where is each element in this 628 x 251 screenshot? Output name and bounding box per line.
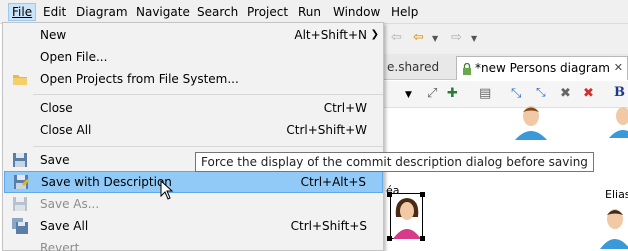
delete-icon[interactable]: ✖	[560, 86, 571, 102]
menu-separator	[33, 94, 383, 95]
submenu-arrow-icon: ❯	[370, 29, 379, 40]
person-icon[interactable]	[609, 104, 628, 138]
pin-icon[interactable]: ✚	[447, 86, 458, 102]
menu-item-save-with-description[interactable]: Save with Description Ctrl+Alt+S	[4, 171, 383, 193]
dropdown-arrow-icon[interactable]: ▼	[405, 87, 412, 103]
menu-help[interactable]: Help	[388, 3, 421, 21]
back-icon[interactable]: ⇦	[413, 30, 424, 46]
delete-from-model-icon[interactable]: ✖	[583, 86, 594, 102]
save-icon	[13, 153, 27, 167]
main-toolbar: ⇦ ⇦ ▼ ⇨ ▼	[383, 24, 628, 54]
lock-icon	[463, 63, 471, 75]
save-as-icon	[13, 197, 27, 211]
menu-item-open-projects[interactable]: Open Projects from File System...	[4, 68, 383, 90]
menu-file[interactable]: File	[8, 3, 37, 21]
menu-item-close-all[interactable]: Close All Ctrl+Shift+W	[4, 119, 383, 141]
hide-label-icon[interactable]: ⤡	[536, 84, 546, 100]
bold-icon[interactable]: B	[614, 85, 625, 101]
menu-item-close[interactable]: Close Ctrl+W	[4, 97, 383, 119]
tab-label: e.shared	[387, 60, 440, 74]
save-all-icon	[12, 218, 28, 234]
dropdown-arrow-icon[interactable]: ▼	[432, 31, 438, 47]
resize-handle[interactable]	[420, 236, 425, 241]
person-label: Elias	[605, 188, 628, 201]
arrange-icon[interactable]: ⤢	[427, 86, 437, 102]
folder-icon	[13, 75, 27, 85]
tab-shared[interactable]: e.shared	[383, 56, 455, 80]
menu-item-save-all[interactable]: Save All Ctrl+Shift+S	[4, 215, 383, 237]
menu-diagram[interactable]: Diagram	[73, 3, 131, 21]
menu-bar: File Edit Diagram Navigate Search Projec…	[0, 0, 628, 24]
person-icon[interactable]	[511, 104, 551, 140]
diagram-canvas[interactable]: éa Elias	[383, 106, 628, 251]
resize-handle[interactable]	[387, 192, 392, 197]
dropdown-arrow-icon[interactable]: ▼	[471, 31, 477, 47]
copy-format-icon[interactable]: ▤	[479, 86, 491, 102]
menu-item-open-file[interactable]: Open File...	[4, 46, 383, 68]
hide-icon[interactable]: ⤡	[511, 86, 521, 102]
save-with-description-icon	[14, 175, 29, 189]
close-icon[interactable]: ✕	[614, 57, 623, 79]
tooltip: Force the display of the commit descript…	[195, 152, 594, 172]
file-menu: New Alt+Shift+N ❯ Open File... Open Proj…	[2, 22, 384, 251]
person-female-icon[interactable]	[390, 195, 424, 239]
menu-separator	[33, 146, 383, 147]
menu-edit[interactable]: Edit	[40, 3, 69, 21]
menu-item-save-as[interactable]: Save As...	[4, 193, 383, 215]
menu-run[interactable]: Run	[295, 3, 324, 21]
resize-handle[interactable]	[387, 236, 392, 241]
back-disabled-icon[interactable]: ⇦	[391, 30, 402, 46]
menu-project[interactable]: Project	[244, 3, 291, 21]
menu-item-new[interactable]: New Alt+Shift+N ❯	[4, 24, 383, 46]
menu-navigate[interactable]: Navigate	[133, 3, 193, 21]
forward-icon[interactable]: ⇨	[451, 30, 462, 46]
diagram-toolbar: ▼ ⤢ ✚ ▤ ⤡ ⤡ ✖ ✖ B	[383, 81, 628, 108]
menu-search[interactable]: Search	[194, 3, 241, 21]
person-icon[interactable]	[598, 203, 628, 249]
menu-window[interactable]: Window	[330, 3, 383, 21]
resize-handle[interactable]	[420, 192, 425, 197]
mouse-cursor-icon	[160, 180, 174, 200]
menu-item-revert[interactable]: Revert	[4, 237, 383, 251]
tab-persons-diagram[interactable]: *new Persons diagram ✕	[456, 56, 628, 80]
editor-tabs: e.shared *new Persons diagram ✕	[383, 54, 628, 80]
tab-label: *new Persons diagram	[475, 61, 610, 75]
